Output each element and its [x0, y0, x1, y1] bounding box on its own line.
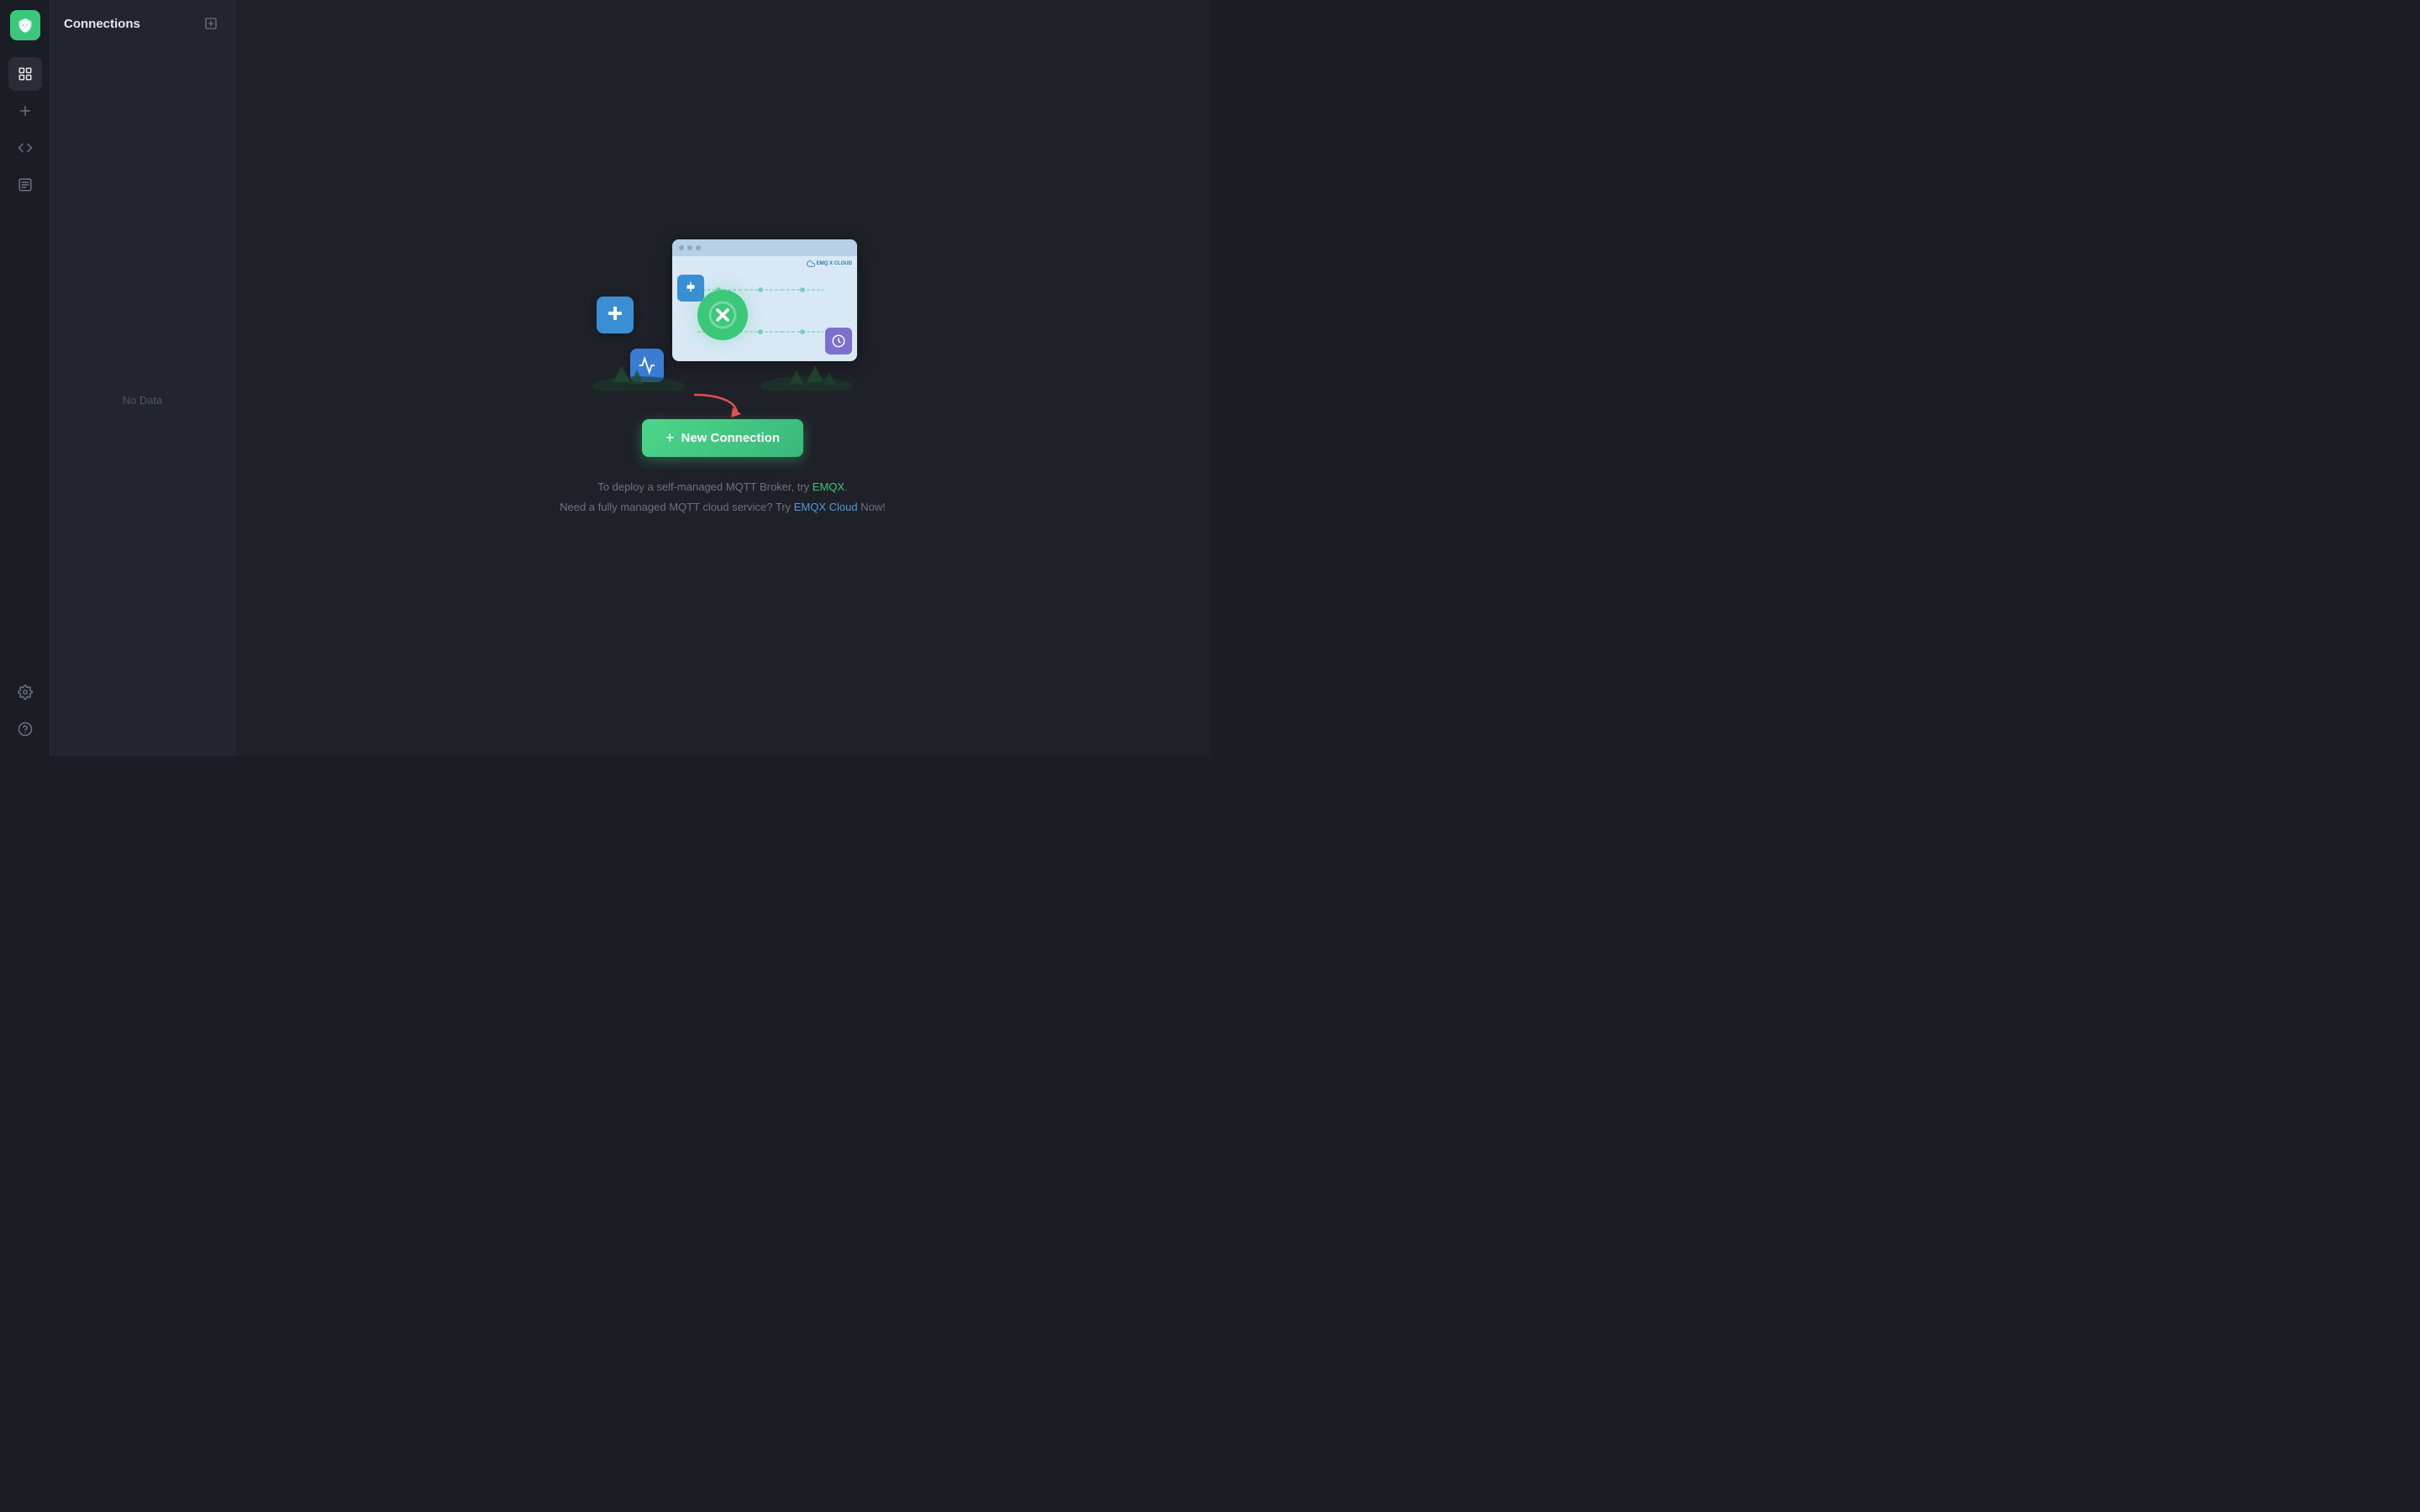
- emqx-cloud-link[interactable]: EMQX Cloud: [794, 501, 858, 513]
- emqx-link[interactable]: EMQX: [813, 480, 844, 493]
- sidebar-item-help[interactable]: [8, 712, 42, 746]
- center-illustration: EMQ X CLOUD: [560, 239, 886, 517]
- new-connection-button[interactable]: + New Connection: [642, 419, 803, 457]
- info-text: To deploy a self-managed MQTT Broker, tr…: [560, 477, 886, 517]
- app-logo[interactable]: [10, 10, 40, 40]
- browser-dot-1: [679, 245, 684, 250]
- add-connection-icon-button[interactable]: [201, 13, 221, 34]
- sidebar-item-logs[interactable]: [8, 168, 42, 202]
- illustration-browser-window: EMQ X CLOUD: [672, 239, 857, 361]
- browser-titlebar: [672, 239, 857, 256]
- illustration-icon-clock: [825, 328, 852, 354]
- browser-dot-3: [696, 245, 701, 250]
- illustration-icon-cross: [597, 297, 634, 333]
- browser-dot-2: [687, 245, 692, 250]
- illustration-icon-device: [677, 275, 704, 302]
- empty-state-label: No Data: [50, 44, 234, 756]
- sidebar-item-settings[interactable]: [8, 675, 42, 709]
- connections-panel: Connections No Data: [50, 0, 235, 756]
- new-connection-button-label: New Connection: [681, 431, 780, 445]
- main-content: EMQ X CLOUD: [235, 0, 1210, 756]
- emqx-cloud-label: EMQ X CLOUD: [807, 260, 852, 268]
- icon-sidebar: [0, 0, 50, 756]
- sidebar-item-add[interactable]: [8, 94, 42, 128]
- illustration-container: EMQ X CLOUD: [588, 239, 857, 391]
- connections-title: Connections: [64, 17, 140, 31]
- arrow-to-button: [691, 391, 741, 424]
- info-line-2: Need a fully managed MQTT cloud service?…: [560, 497, 886, 517]
- plus-icon: +: [666, 429, 675, 447]
- sidebar-item-scripts[interactable]: [8, 131, 42, 165]
- info-line-1: To deploy a self-managed MQTT Broker, tr…: [560, 477, 886, 496]
- connections-header: Connections: [50, 0, 234, 44]
- illustration-main-logo: [697, 290, 748, 340]
- sidebar-item-connections[interactable]: [8, 57, 42, 91]
